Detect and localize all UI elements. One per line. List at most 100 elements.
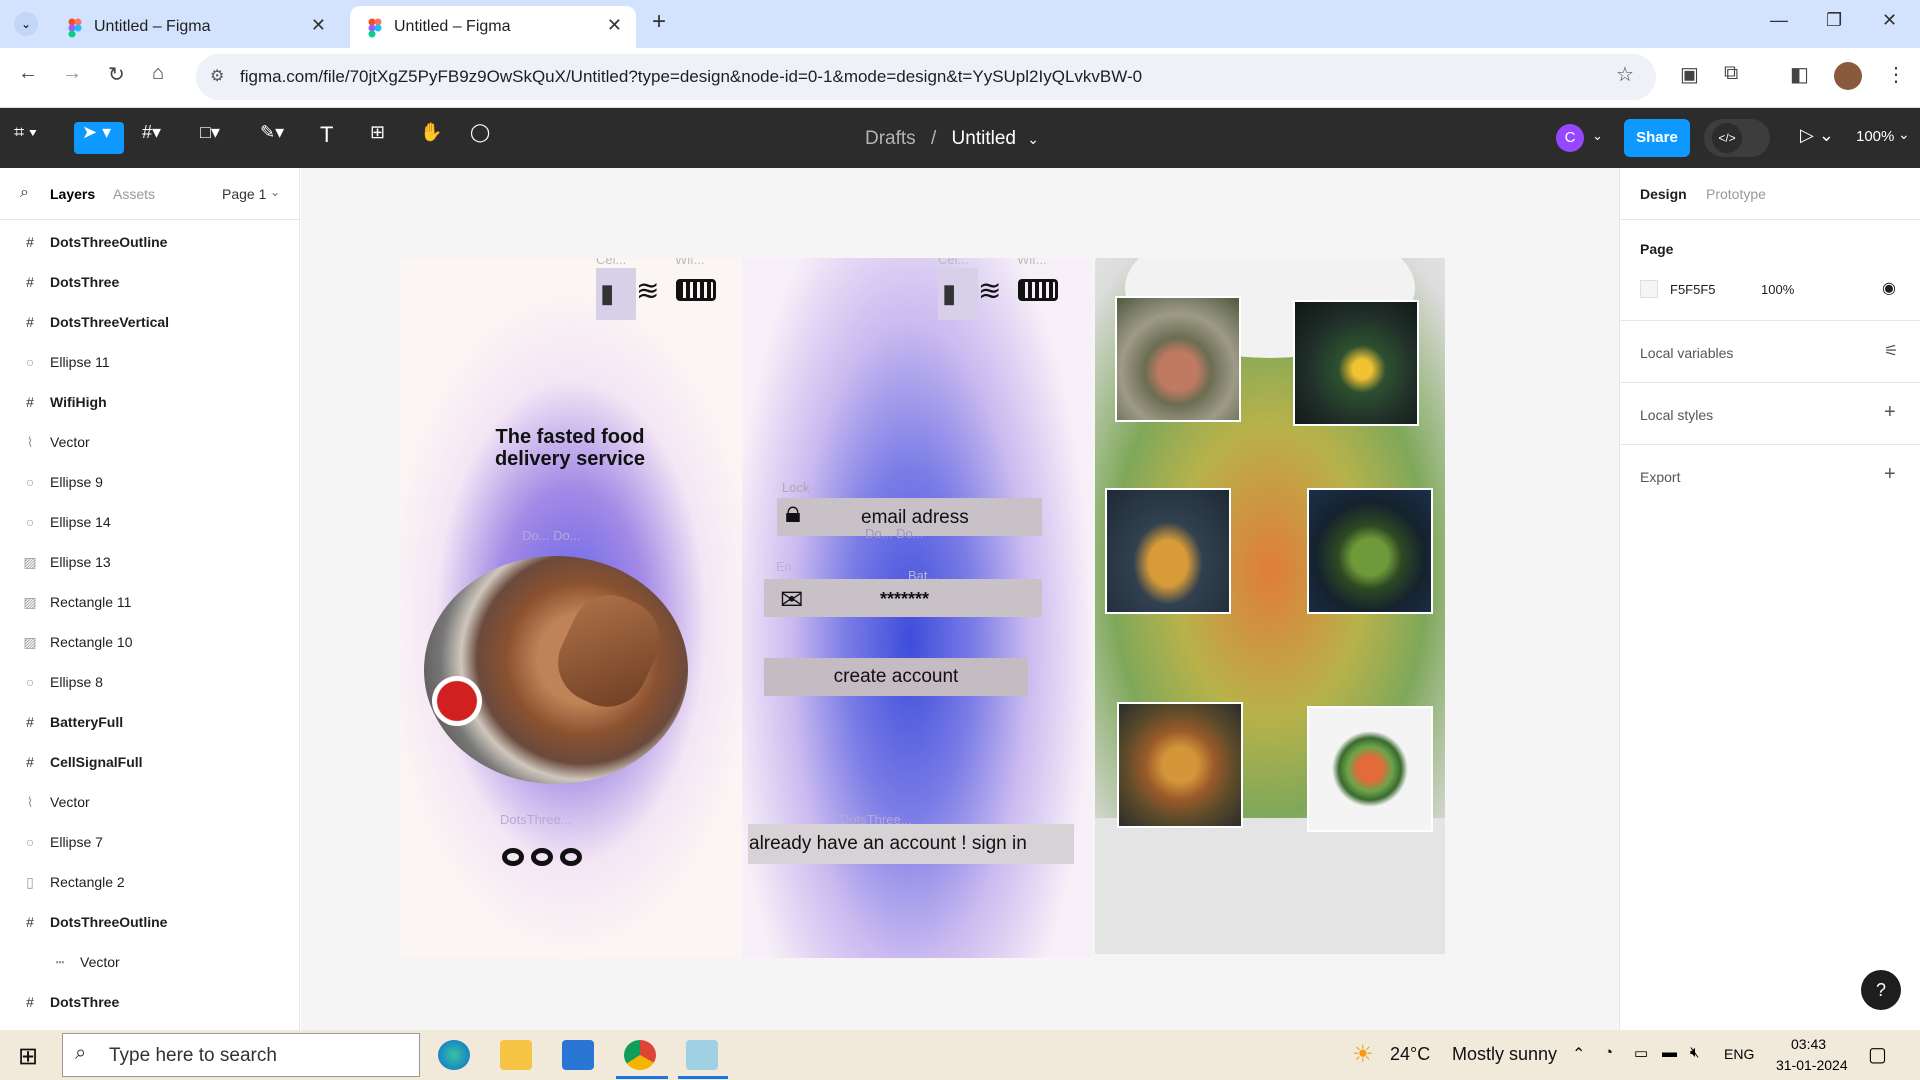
chevron-down-icon[interactable]: ⌄ bbox=[1898, 126, 1910, 143]
chevron-down-icon[interactable]: ⌄ bbox=[1592, 128, 1603, 144]
food-photo-3[interactable] bbox=[1105, 488, 1231, 614]
weather-icon[interactable]: ☀ bbox=[1352, 1040, 1374, 1069]
food-photo-2[interactable] bbox=[1293, 300, 1419, 426]
layer-row[interactable]: # DotsThreeVertical bbox=[0, 302, 300, 342]
close-icon[interactable]: ✕ bbox=[311, 15, 326, 36]
browser-tab-2[interactable]: Untitled – Figma ✕ bbox=[350, 6, 636, 48]
minimize-icon[interactable]: — bbox=[1770, 10, 1788, 31]
close-icon[interactable]: ✕ bbox=[607, 15, 622, 36]
layer-row[interactable]: # DotsThree bbox=[0, 982, 300, 1022]
comment-tool-icon[interactable]: ◯ bbox=[470, 122, 490, 154]
resources-icon[interactable]: ⊞ bbox=[370, 122, 385, 154]
local-styles-section[interactable]: Local styles + bbox=[1620, 382, 1920, 444]
tab-search-icon[interactable]: ⌄ bbox=[14, 12, 38, 36]
password-input[interactable]: ✉ ******* bbox=[764, 579, 1042, 617]
sidepanel-icon[interactable]: ◧ bbox=[1790, 62, 1809, 87]
design-canvas[interactable]: Cel... Wif... ▮ ≋ The fasted food delive… bbox=[301, 168, 1619, 1030]
dots-three-outline-icon[interactable] bbox=[502, 848, 584, 868]
bookmark-star-icon[interactable]: ☆ bbox=[1616, 62, 1634, 87]
mail-icon[interactable] bbox=[562, 1040, 594, 1070]
chevron-down-icon[interactable]: ⌄ bbox=[1027, 131, 1039, 147]
onboarding-frame[interactable]: Cel... Wif... ▮ ≋ The fasted food delive… bbox=[400, 258, 742, 958]
notifications-icon[interactable]: ▢ bbox=[1868, 1042, 1887, 1067]
menu-icon[interactable]: ⋮ bbox=[1886, 62, 1906, 87]
url-box[interactable]: ⚙ figma.com/file/70jtXgZ5PyFB9z9OwSkQuX/… bbox=[196, 54, 1656, 100]
media-icon[interactable]: ▣ bbox=[1680, 62, 1699, 87]
tab-prototype[interactable]: Prototype bbox=[1706, 186, 1766, 202]
chrome-icon[interactable] bbox=[624, 1040, 656, 1070]
move-tool-icon[interactable]: ➤ ▾ bbox=[74, 122, 124, 154]
layer-row[interactable]: # DotsThree bbox=[0, 262, 300, 302]
create-account-button[interactable]: create account bbox=[764, 658, 1028, 696]
weather-temp[interactable]: 24°C bbox=[1390, 1044, 1430, 1065]
present-icon[interactable]: ▷ ⌄ bbox=[1800, 125, 1834, 146]
layer-row[interactable]: ┅ Vector bbox=[0, 942, 300, 982]
reload-icon[interactable]: ↻ bbox=[108, 62, 125, 87]
signup-frame[interactable]: Cel... Wif... ▮ ≋ Lock 🔒︎ email adress D… bbox=[742, 258, 1092, 958]
main-menu-icon[interactable]: ⌗ ▾ bbox=[14, 122, 54, 154]
page-color-value[interactable]: F5F5F5 bbox=[1670, 282, 1716, 297]
tab-design[interactable]: Design bbox=[1640, 186, 1687, 202]
layer-row[interactable]: ▯ Rectangle 2 bbox=[0, 862, 300, 902]
window-close-icon[interactable]: ✕ bbox=[1882, 10, 1897, 31]
layer-row[interactable]: # DotsThreeOutline bbox=[0, 222, 300, 262]
layer-row[interactable]: ○ Ellipse 8 bbox=[0, 662, 300, 702]
layer-row[interactable]: ○ Ellipse 9 bbox=[0, 462, 300, 502]
chevron-down-icon[interactable]: ⌄ bbox=[270, 185, 280, 199]
layer-row[interactable]: ▨ Ellipse 13 bbox=[0, 542, 300, 582]
clock-date[interactable]: 31-01-2024 bbox=[1776, 1057, 1848, 1073]
browser-tab-1[interactable]: Untitled – Figma ✕ bbox=[50, 6, 340, 48]
clock-time[interactable]: 03:43 bbox=[1791, 1036, 1826, 1052]
share-button[interactable]: Share bbox=[1624, 119, 1690, 157]
restore-icon[interactable]: ❐ bbox=[1826, 10, 1842, 31]
local-variables-section[interactable]: Local variables ⚟ bbox=[1620, 320, 1920, 382]
export-section[interactable]: Export + bbox=[1620, 444, 1920, 506]
layer-row[interactable]: # DotsThreeOutline bbox=[0, 902, 300, 942]
pen-tool-icon[interactable]: ✎▾ bbox=[260, 122, 284, 154]
edge-icon[interactable] bbox=[438, 1040, 470, 1070]
food-photo-1[interactable] bbox=[1115, 296, 1241, 422]
layer-row[interactable]: ▨ Rectangle 11 bbox=[0, 582, 300, 622]
help-button[interactable]: ? bbox=[1861, 970, 1901, 1010]
layer-row[interactable]: # WifiHigh bbox=[0, 382, 300, 422]
app-icon[interactable] bbox=[686, 1040, 718, 1070]
device-icon[interactable]: ▭ bbox=[1634, 1044, 1648, 1062]
layer-row[interactable]: ▨ Rectangle 10 bbox=[0, 622, 300, 662]
food-photo-4[interactable] bbox=[1307, 488, 1433, 614]
plus-icon[interactable]: + bbox=[1884, 463, 1896, 486]
new-tab-button[interactable]: + bbox=[652, 8, 666, 36]
dev-mode-toggle[interactable]: </> bbox=[1704, 119, 1770, 157]
extensions-icon[interactable]: ⧉ bbox=[1724, 62, 1738, 85]
plus-icon[interactable]: + bbox=[1884, 401, 1896, 424]
page-color-swatch[interactable] bbox=[1640, 280, 1658, 298]
windows-start-icon[interactable]: ⊞ bbox=[18, 1042, 38, 1071]
food-photo-6[interactable] bbox=[1307, 706, 1433, 832]
page-opacity[interactable]: 100% bbox=[1761, 282, 1794, 297]
tab-assets[interactable]: Assets bbox=[113, 186, 155, 202]
layer-row[interactable]: ⌇ Vector bbox=[0, 782, 300, 822]
file-name[interactable]: Untitled bbox=[952, 128, 1016, 149]
text-tool-icon[interactable]: T bbox=[320, 122, 333, 154]
eye-icon[interactable]: ◉ bbox=[1882, 278, 1896, 298]
sign-in-link[interactable]: already have an account ! sign in bbox=[748, 824, 1074, 864]
breadcrumb[interactable]: Drafts / Untitled ⌄ bbox=[865, 128, 1039, 150]
back-icon[interactable]: ← bbox=[18, 62, 38, 85]
home-icon[interactable]: ⌂ bbox=[152, 62, 164, 85]
forward-icon[interactable]: → bbox=[62, 62, 82, 85]
taskbar-search[interactable]: ⌕ Type here to search bbox=[62, 1033, 420, 1077]
layer-row[interactable]: ○ Ellipse 7 bbox=[0, 822, 300, 862]
page-selector[interactable]: Page 1 bbox=[222, 186, 266, 202]
network-icon[interactable]: ◔ bbox=[1604, 1044, 1613, 1061]
gallery-frame[interactable] bbox=[1095, 258, 1445, 954]
hand-tool-icon[interactable]: ✋ bbox=[420, 122, 442, 154]
weather-desc[interactable]: Mostly sunny bbox=[1452, 1044, 1557, 1065]
file-explorer-icon[interactable] bbox=[500, 1040, 532, 1070]
breadcrumb-drafts[interactable]: Drafts bbox=[865, 128, 916, 149]
layer-row[interactable]: ○ Ellipse 11 bbox=[0, 342, 300, 382]
search-icon[interactable]: ⌕ bbox=[20, 184, 29, 202]
battery-icon[interactable]: ▬ bbox=[1662, 1044, 1677, 1061]
frame-tool-icon[interactable]: #▾ bbox=[142, 122, 161, 154]
profile-avatar[interactable] bbox=[1834, 62, 1862, 90]
zoom-level[interactable]: 100% bbox=[1856, 128, 1894, 145]
food-photo-5[interactable] bbox=[1117, 702, 1243, 828]
